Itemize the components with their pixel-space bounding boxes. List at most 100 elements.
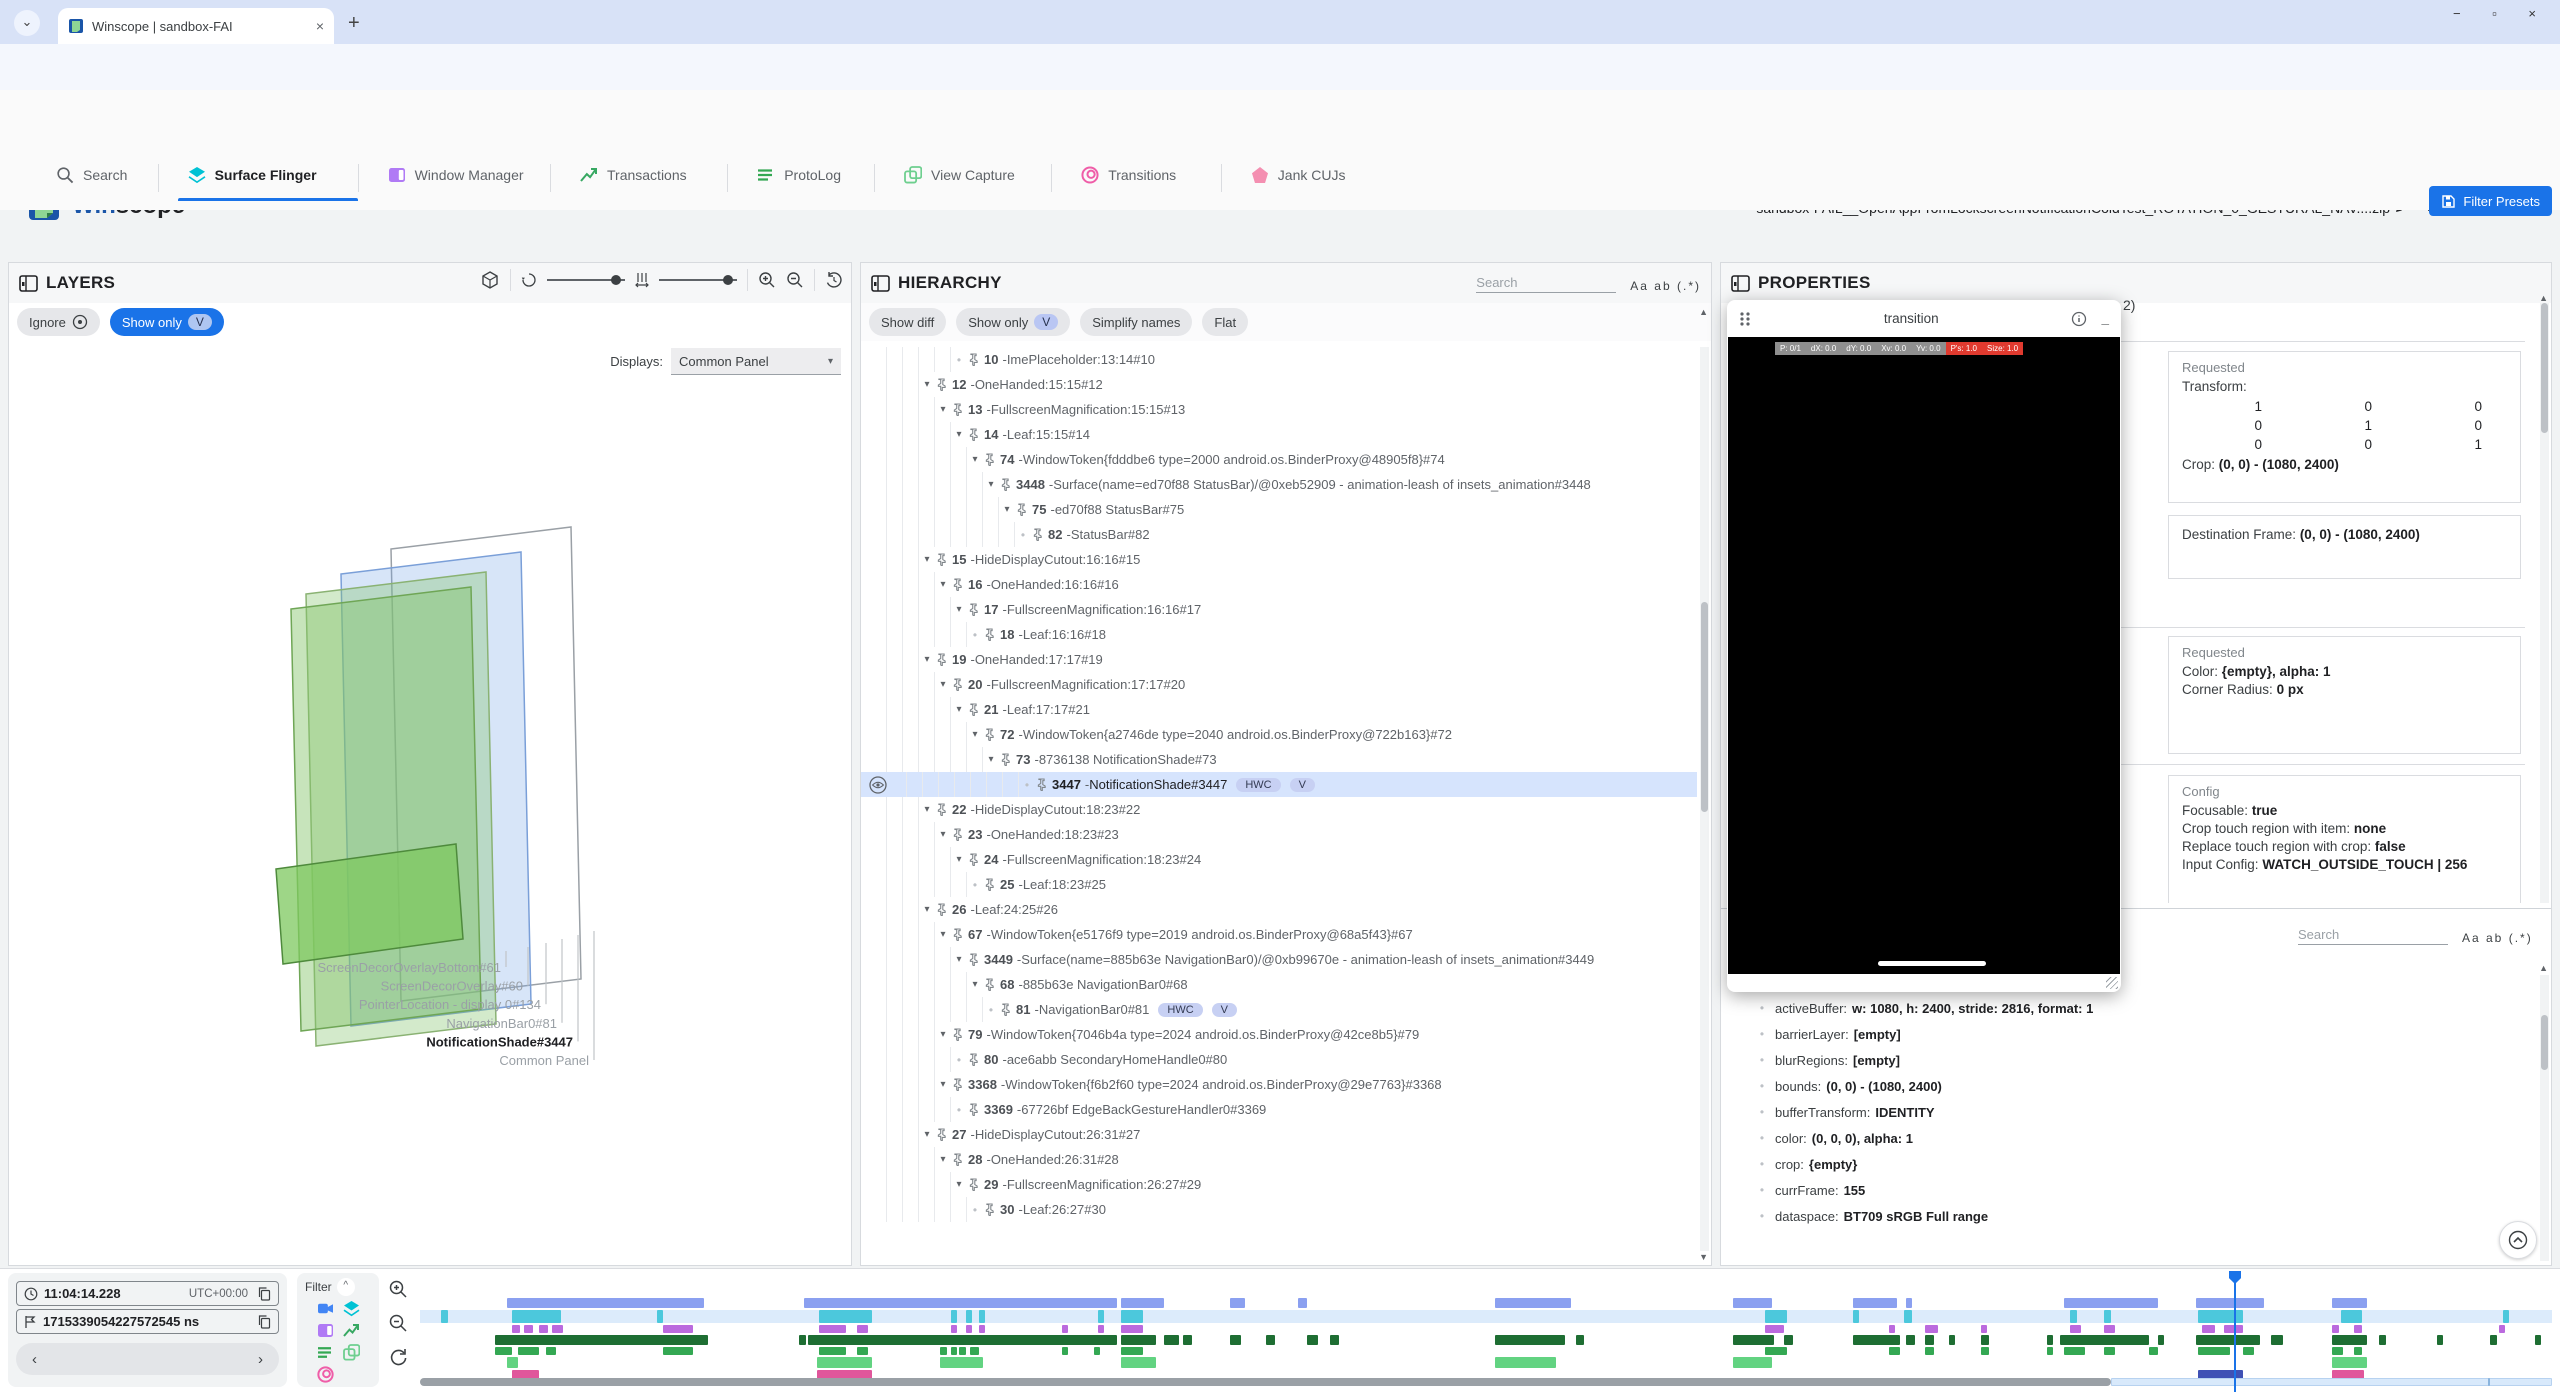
nav-tab-transactions[interactable]: Transactions — [580, 166, 687, 184]
property-row[interactable]: •blurRegions:[empty] — [1729, 1047, 2535, 1073]
tree-scrollbar[interactable] — [2540, 975, 2549, 1261]
reset-view-icon[interactable] — [825, 271, 843, 289]
nav-tab-surface-flinger[interactable]: Surface Flinger — [188, 166, 317, 184]
nav-tab-protolog[interactable]: ProtoLog — [757, 166, 841, 184]
track-screen-recording[interactable] — [420, 1298, 2552, 1308]
nav-tab-transitions[interactable]: Transitions — [1081, 166, 1176, 184]
tree-node-68[interactable]: ▾68- 885b63e NavigationBar0#68 — [861, 972, 1697, 997]
tree-node-80[interactable]: •80- ace6abb SecondaryHomeHandle0#80 — [861, 1047, 1697, 1072]
tree-node-15[interactable]: ▾15- HideDisplayCutout:16:16#15 — [861, 547, 1697, 572]
property-row[interactable]: •bounds:(0, 0) - (1080, 2400) — [1729, 1073, 2535, 1099]
tree-node-3447[interactable]: •3447- NotificationShade#3447HWCV — [861, 772, 1697, 797]
timeline-tracks[interactable] — [420, 1269, 2552, 1392]
tree-node-82[interactable]: •82- StatusBar#82 — [861, 522, 1697, 547]
track-surface-flinger[interactable] — [420, 1310, 2552, 1323]
properties-scrollbar[interactable] — [2540, 303, 2549, 903]
show-only-chip[interactable]: Show onlyV — [956, 308, 1070, 336]
tree-node-13[interactable]: ▾13- FullscreenMagnification:15:15#13 — [861, 397, 1697, 422]
trace-toggle-window-icon[interactable] — [317, 1322, 334, 1339]
timeline-reset-icon[interactable] — [388, 1347, 408, 1367]
human-time-field[interactable]: 11:04:14.228 UTC+00:00 — [16, 1281, 279, 1306]
window-controls[interactable]: − ▫ × — [2453, 6, 2550, 21]
timeline-cursor[interactable] — [2234, 1271, 2236, 1392]
scroll-up-icon[interactable]: ▲ — [2539, 293, 2548, 303]
ns-time-field[interactable]: 1715339054227572545 ns — [16, 1309, 279, 1334]
zoom-in-icon[interactable] — [758, 271, 776, 289]
tree-node-23[interactable]: ▾23- OneHanded:18:23#23 — [861, 822, 1697, 847]
tree-node-74[interactable]: ▾74- WindowToken{fdddbe6 type=2000 andro… — [861, 447, 1697, 472]
copy-icon[interactable] — [258, 1287, 271, 1301]
timeline-zoom-in-icon[interactable] — [388, 1279, 408, 1299]
timeline-zoom-out-icon[interactable] — [388, 1313, 408, 1333]
trace-toggle-layers-icon[interactable] — [343, 1300, 360, 1317]
tree-node-19[interactable]: ▾19- OneHanded:17:17#19 — [861, 647, 1697, 672]
trace-toggle-videocam-icon[interactable] — [317, 1300, 334, 1317]
tab-search-icon[interactable]: ⌄ — [14, 10, 40, 36]
resize-handle-icon[interactable] — [2106, 977, 2118, 989]
tree-node-12[interactable]: ▾12- OneHanded:15:15#12 — [861, 372, 1697, 397]
minimize-icon[interactable]: _ — [2101, 311, 2109, 326]
property-row[interactable]: •crop:{empty} — [1729, 1151, 2535, 1177]
nav-tab-window-manager[interactable]: Window Manager — [388, 166, 524, 184]
filter-presets-button[interactable]: Filter Presets — [2429, 186, 2552, 216]
track-window-manager[interactable] — [420, 1325, 2552, 1333]
tree-node-3449[interactable]: ▾3449- Surface(name=885b63e NavigationBa… — [861, 947, 1697, 972]
tree-node-22[interactable]: ▾22- HideDisplayCutout:18:23#22 — [861, 797, 1697, 822]
scroll-up-icon[interactable]: ▲ — [2539, 963, 2548, 973]
trace-toggle-trend-icon[interactable] — [343, 1322, 360, 1339]
scroll-down-icon[interactable]: ▼ — [1699, 1252, 1708, 1262]
hierarchy-scrollbar[interactable] — [1700, 347, 1709, 1251]
tree-node-73[interactable]: ▾73- 8736138 NotificationShade#73 — [861, 747, 1697, 772]
timeline-cursor-handle[interactable] — [2229, 1271, 2241, 1284]
tree-node-14[interactable]: ▾14- Leaf:15:15#14 — [861, 422, 1697, 447]
nav-tab-view-capture[interactable]: View Capture — [904, 166, 1015, 184]
property-row[interactable]: •currFrame:155 — [1729, 1177, 2535, 1203]
search-match-toggles[interactable]: Aa ab (.*) — [1630, 279, 1701, 293]
new-tab-button[interactable]: + — [348, 12, 360, 35]
ignore-chip[interactable]: Ignore — [17, 308, 100, 336]
collapse-filter-icon[interactable]: ^ — [337, 1278, 355, 1296]
tree-node-30[interactable]: •30- Leaf:26:27#30 — [861, 1197, 1697, 1222]
zoom-out-icon[interactable] — [786, 271, 804, 289]
nav-tab-search[interactable]: Search — [56, 166, 127, 184]
property-row[interactable]: •dataspace:BT709 sRGB Full range — [1729, 1203, 2535, 1229]
tree-node-67[interactable]: ▾67- WindowToken{e5176f9 type=2019 andro… — [861, 922, 1697, 947]
flat-chip[interactable]: Flat — [1202, 308, 1248, 336]
state-search-input[interactable]: Search — [2298, 925, 2448, 945]
spacing-slider[interactable] — [659, 279, 737, 281]
scroll-up-icon[interactable]: ▲ — [1699, 307, 1708, 317]
property-row[interactable]: •color:(0, 0, 0), alpha: 1 — [1729, 1125, 2535, 1151]
tree-node-24[interactable]: ▾24- FullscreenMagnification:18:23#24 — [861, 847, 1697, 872]
search-match-toggles[interactable]: Aa ab (.*) — [2462, 931, 2533, 945]
tree-node-27[interactable]: ▾27- HideDisplayCutout:26:31#27 — [861, 1122, 1697, 1147]
tab-close-icon[interactable]: × — [316, 18, 324, 34]
tree-node-29[interactable]: ▾29- FullscreenMagnification:26:27#29 — [861, 1172, 1697, 1197]
rotation-slider[interactable] — [547, 279, 625, 281]
trace-toggle-capture-icon[interactable] — [343, 1344, 360, 1361]
copy-icon[interactable] — [258, 1315, 271, 1329]
property-row[interactable]: •activeBuffer:w: 1080, h: 2400, stride: … — [1729, 995, 2535, 1021]
screenshot-overlay[interactable]: transition _ P: 0/1dX: 0.0dY: 0.0Xv: 0.0… — [1727, 300, 2121, 992]
tree-node-3369[interactable]: •3369- 67726bf EdgeBackGestureHandler0#3… — [861, 1097, 1697, 1122]
frame-stepper[interactable]: ‹ › — [16, 1343, 279, 1375]
tree-node-16[interactable]: ▾16- OneHanded:16:16#16 — [861, 572, 1697, 597]
layers-3d-view[interactable]: ScreenDecorOverlayBottom#61ScreenDecorOv… — [9, 341, 851, 1265]
track-protolog[interactable] — [420, 1347, 2552, 1355]
trace-toggle-list-icon[interactable] — [317, 1344, 334, 1361]
tree-node-28[interactable]: ▾28- OneHanded:26:31#28 — [861, 1147, 1697, 1172]
show-diff-chip[interactable]: Show diff — [869, 308, 946, 336]
browser-tab[interactable]: Winscope | sandbox-FAI × — [58, 8, 334, 44]
track-view-capture[interactable] — [420, 1357, 2552, 1368]
show-only-v-chip[interactable]: Show onlyV — [110, 308, 224, 336]
3d-view-icon[interactable] — [480, 270, 500, 290]
tree-node-79[interactable]: ▾79- WindowToken{7046b4a type=2024 andro… — [861, 1022, 1697, 1047]
hierarchy-search-input[interactable]: Search — [1476, 273, 1616, 293]
tree-node-3368[interactable]: ▾3368- WindowToken{f6b2f60 type=2024 and… — [861, 1072, 1697, 1097]
tree-node-25[interactable]: •25- Leaf:18:23#25 — [861, 872, 1697, 897]
tree-node-3448[interactable]: ▾3448- Surface(name=ed70f88 StatusBar)/@… — [861, 472, 1697, 497]
visibility-icon[interactable] — [869, 776, 887, 794]
tree-node-21[interactable]: ▾21- Leaf:17:17#21 — [861, 697, 1697, 722]
tree-node-18[interactable]: •18- Leaf:16:16#18 — [861, 622, 1697, 647]
simplify-names-chip[interactable]: Simplify names — [1080, 308, 1192, 336]
nav-tab-jank-cujs[interactable]: Jank CUJs — [1251, 166, 1346, 184]
